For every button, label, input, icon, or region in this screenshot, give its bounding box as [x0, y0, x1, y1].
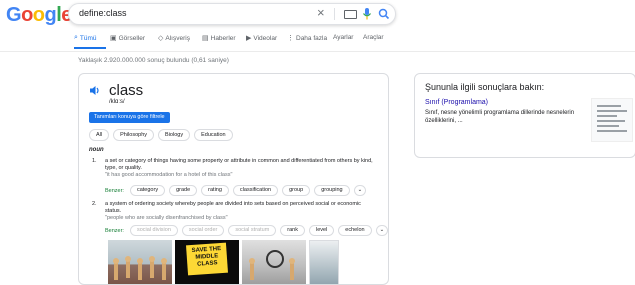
- definition-number: 1.: [92, 158, 97, 164]
- divider: [334, 8, 335, 20]
- synonym-chip[interactable]: social order: [181, 225, 225, 236]
- dictionary-word: class: [109, 82, 144, 99]
- tab-all[interactable]: ⌕ Tümü: [74, 34, 97, 42]
- expand-synonyms-button[interactable]: ⌄: [375, 225, 388, 236]
- protest-sign-text: SAVE THE MIDDLE CLASS: [186, 242, 228, 276]
- phonetic: /klɑːs/: [109, 99, 125, 105]
- expand-synonyms-button[interactable]: ⌄: [353, 185, 367, 196]
- synonym-chip[interactable]: social stratum: [228, 225, 277, 236]
- synonym-chip[interactable]: echelon: [338, 225, 372, 236]
- news-icon: ▤: [202, 35, 209, 42]
- definition-example: "people who are socially disenfranchised…: [105, 215, 228, 221]
- speaker-icon[interactable]: [89, 85, 101, 96]
- definition-example: "it has good accommodation for a hotel o…: [105, 172, 233, 178]
- synonym-chip[interactable]: grouping: [314, 185, 350, 196]
- part-of-speech: noun: [89, 147, 104, 153]
- tab-news[interactable]: ▤ Haberler: [202, 34, 236, 43]
- synonym-chip[interactable]: social division: [129, 225, 178, 236]
- definition-text: a system of ordering society whereby peo…: [105, 201, 361, 214]
- tab-label: Görseller: [118, 34, 145, 42]
- synonyms-row-1: Benzer: category grade rating classifica…: [105, 185, 367, 196]
- tab-settings[interactable]: Ayarlar: [333, 34, 353, 41]
- search-icon: ⌕: [74, 34, 78, 41]
- tab-more[interactable]: ⋮ Daha fazla: [287, 34, 328, 43]
- chevron-down-icon: ⌄: [357, 187, 363, 193]
- result-stats: Yaklaşık 2.920.000.000 sonuç bulundu (0,…: [78, 57, 229, 64]
- tab-videos[interactable]: ▶ Videolar: [246, 34, 278, 43]
- search-input[interactable]: define:class: [79, 8, 127, 18]
- related-card: Şununla ilgili sonuçlara bakın: Sınıf (P…: [414, 73, 635, 158]
- logo-letter: g: [44, 4, 57, 26]
- related-title: Şununla ilgili sonuçlara bakın:: [425, 82, 545, 92]
- similar-label: Benzer:: [105, 187, 124, 194]
- tag-icon: ◇: [158, 35, 164, 42]
- header-divider: [0, 51, 635, 52]
- image-thumbnail-pegs[interactable]: [108, 240, 172, 284]
- video-icon: ▶: [246, 35, 252, 42]
- image-thumbnail-painting[interactable]: [309, 240, 339, 284]
- related-description: Sınıf, nesne yönelimli programlama dille…: [425, 110, 575, 124]
- clear-icon[interactable]: ×: [317, 6, 325, 20]
- filter-chip-philosophy[interactable]: Philosophy: [113, 129, 155, 141]
- topic-filters: All Philosophy Biology Education: [89, 129, 233, 141]
- related-link[interactable]: Sınıf (Programlama): [425, 99, 488, 106]
- synonym-chip[interactable]: level: [308, 225, 335, 236]
- synonym-chip[interactable]: classification: [232, 185, 279, 196]
- synonym-chip[interactable]: grade: [169, 185, 198, 196]
- synonym-chip[interactable]: group: [282, 185, 311, 196]
- tab-shopping[interactable]: ◇ Alışveriş: [158, 34, 190, 43]
- image-icon: ▣: [110, 35, 117, 42]
- tab-label: Ayarlar: [333, 34, 354, 41]
- synonym-chip[interactable]: rating: [201, 185, 229, 196]
- active-tab-indicator: [74, 47, 106, 49]
- dictionary-card: class /klɑːs/ Tanımları konuya göre filt…: [78, 73, 389, 285]
- synonym-chip[interactable]: rank: [280, 225, 305, 236]
- image-thumbnail-protest-sign[interactable]: SAVE THE MIDDLE CLASS: [175, 240, 239, 284]
- definition-text: a set or category of things having some …: [105, 158, 373, 171]
- similar-label: Benzer:: [105, 227, 124, 234]
- tab-label: Daha fazla: [296, 34, 328, 42]
- tab-label: Tümü: [79, 34, 97, 42]
- filter-definitions-button[interactable]: Tanımları konuya göre filtrele: [89, 112, 170, 123]
- chevron-down-icon: ⌄: [379, 227, 385, 233]
- image-strip: SAVE THE MIDDLE CLASS: [108, 240, 339, 284]
- logo-letter: G: [6, 4, 22, 26]
- related-thumbnail[interactable]: [591, 98, 633, 142]
- filter-chip-biology[interactable]: Biology: [158, 129, 191, 141]
- synonyms-row-2: Benzer: social division social order soc…: [105, 225, 388, 236]
- tab-tools[interactable]: Araçlar: [363, 34, 384, 41]
- google-logo[interactable]: Google: [6, 4, 72, 27]
- tab-label: Haberler: [210, 34, 236, 42]
- logo-letter: o: [32, 4, 45, 26]
- search-box[interactable]: define:class ×: [68, 3, 396, 25]
- more-icon: ⋮: [287, 35, 294, 42]
- definition-number: 2.: [92, 201, 97, 207]
- magnifier-icon: [266, 250, 284, 268]
- logo-letter: o: [21, 4, 33, 26]
- keyboard-icon[interactable]: [344, 10, 357, 19]
- tab-label: Alışveriş: [165, 34, 190, 42]
- synonym-chip[interactable]: category: [129, 185, 166, 196]
- microphone-icon[interactable]: [362, 7, 372, 21]
- tab-images[interactable]: ▣ Görseller: [110, 34, 145, 43]
- filter-chip-education[interactable]: Education: [194, 129, 233, 141]
- filter-chip-all[interactable]: All: [89, 129, 110, 141]
- tab-label: Videolar: [253, 34, 278, 42]
- tab-label: Araçlar: [363, 34, 384, 41]
- search-icon[interactable]: [378, 7, 390, 21]
- image-thumbnail-magnifier[interactable]: [242, 240, 306, 284]
